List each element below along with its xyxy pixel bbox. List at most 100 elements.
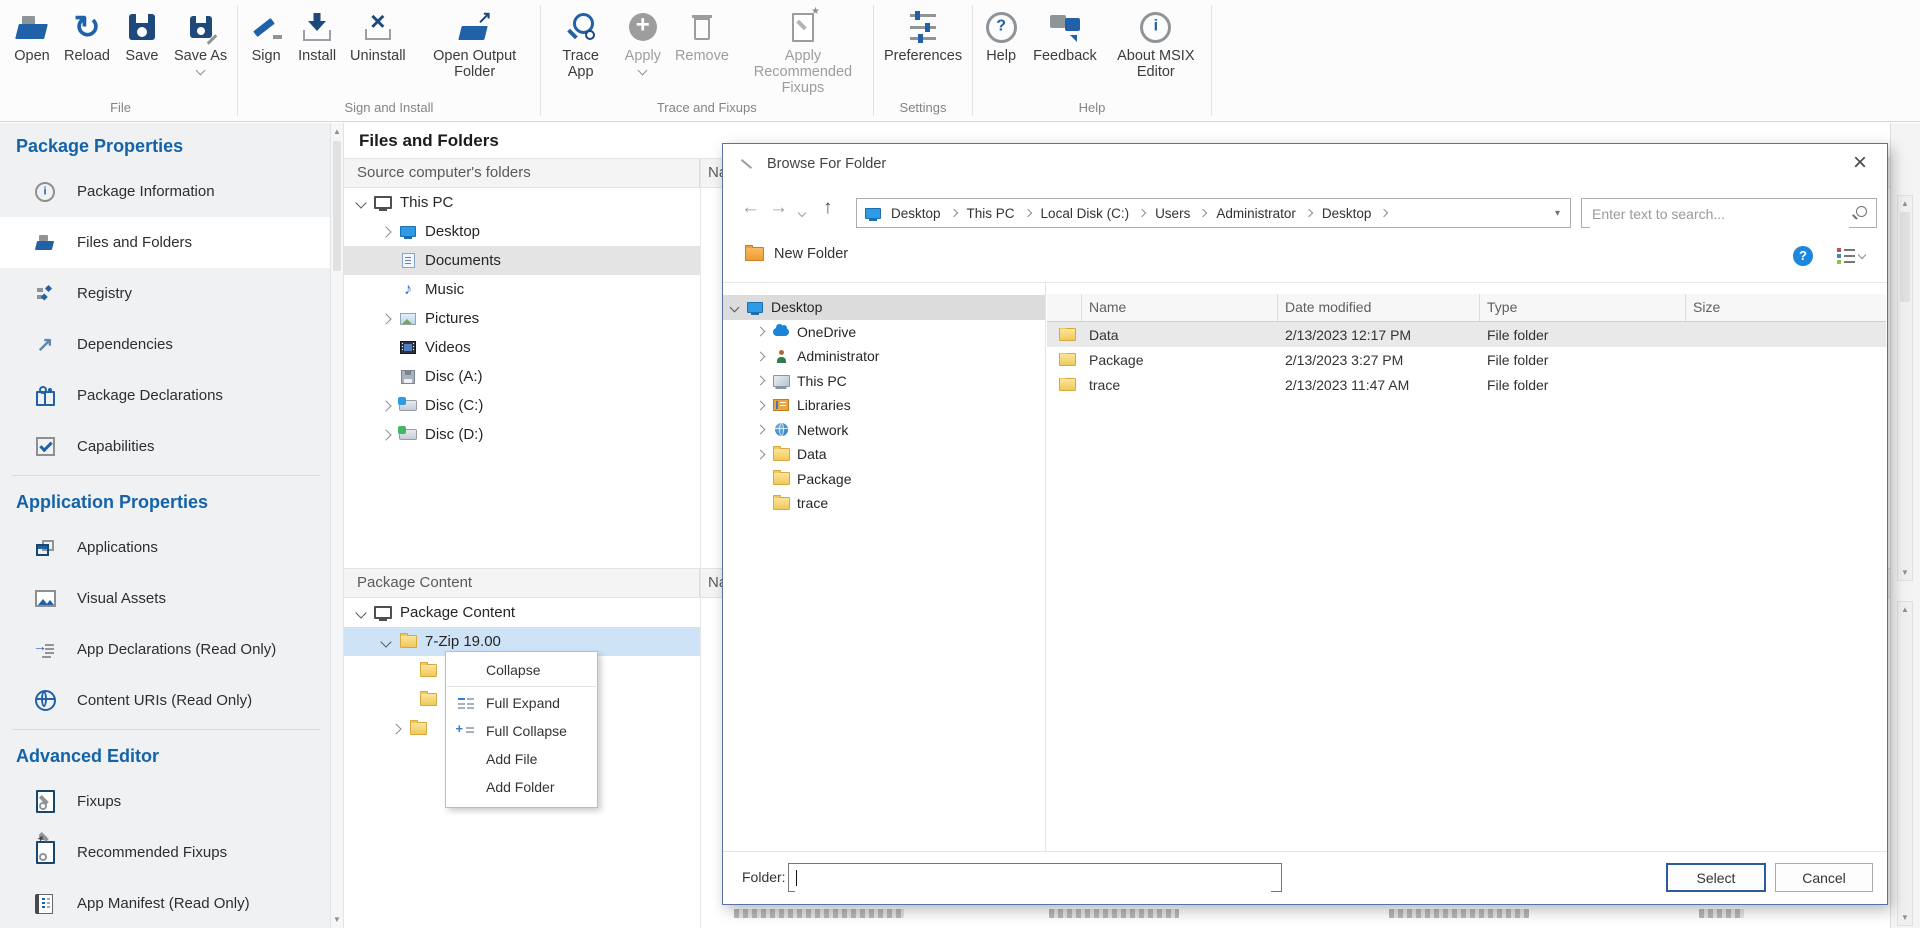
breadcrumb-users[interactable]: Users <box>1155 206 1190 221</box>
sidebar-item-content-uris[interactable]: Content URIs (Read Only) <box>0 675 330 726</box>
breadcrumb-desktop[interactable]: Desktop <box>891 206 941 221</box>
chevron-collapsed-icon[interactable] <box>380 400 391 411</box>
menu-item-add-folder[interactable]: Add Folder <box>446 773 597 801</box>
search-icon[interactable] <box>1856 206 1867 217</box>
breadcrumb-arrow-icon[interactable] <box>949 209 957 217</box>
sidebar-item-fixups[interactable]: Fixups <box>0 776 330 827</box>
history-dropdown-icon[interactable] <box>798 209 806 217</box>
breadcrumb-arrow-icon[interactable] <box>1305 209 1313 217</box>
address-dropdown-icon[interactable]: ▾ <box>1555 208 1570 219</box>
apply-recommended-fixups-button[interactable]: Apply Recommended Fixups <box>736 5 870 97</box>
chevron-collapsed-icon[interactable] <box>380 429 391 440</box>
preferences-button[interactable]: Preferences <box>877 5 969 65</box>
details-view-icon[interactable] <box>1837 248 1841 252</box>
help-button[interactable]: Help <box>976 5 1026 65</box>
sidebar-item-recommended-fixups[interactable]: Recommended Fixups <box>0 827 330 878</box>
up-arrow-icon[interactable]: ↑ <box>823 197 833 219</box>
dialog-tree-item-network[interactable]: Network <box>723 418 1045 443</box>
scrollbar-thumb[interactable] <box>1900 212 1910 302</box>
chevron-expanded-icon[interactable] <box>355 197 366 208</box>
cancel-button[interactable]: Cancel <box>1775 863 1873 892</box>
sidebar-item-registry[interactable]: Registry <box>0 268 330 319</box>
chevron-collapsed-icon[interactable] <box>756 327 766 337</box>
dialog-tree-item-desktop[interactable]: Desktop <box>723 295 1045 320</box>
scroll-up-icon[interactable]: ▲ <box>1898 199 1912 208</box>
sidebar-item-visual-assets[interactable]: Visual Assets <box>0 573 330 624</box>
tree-item-disc-d[interactable]: Disc (D:) <box>344 420 700 449</box>
column-header-size[interactable]: Size <box>1686 294 1886 321</box>
reload-button[interactable]: Reload <box>57 5 117 65</box>
breadcrumb-administrator[interactable]: Administrator <box>1216 206 1296 221</box>
about-msix-editor-button[interactable]: About MSIX Editor <box>1104 5 1208 81</box>
folder-input[interactable] <box>795 865 1271 892</box>
breadcrumb-arrow-icon[interactable] <box>1023 209 1031 217</box>
chevron-expanded-icon[interactable] <box>380 636 391 647</box>
dialog-tree-item-data[interactable]: Data <box>723 442 1045 467</box>
view-dropdown-icon[interactable] <box>1858 251 1866 259</box>
chevron-expanded-icon[interactable] <box>730 302 740 312</box>
sidebar-item-package-information[interactable]: Package Information <box>0 166 330 217</box>
file-row-trace[interactable]: trace 2/13/2023 11:47 AM File folder <box>1047 372 1886 397</box>
scroll-up-icon[interactable]: ▲ <box>331 127 343 136</box>
breadcrumb-arrow-icon[interactable] <box>1380 209 1388 217</box>
chevron-collapsed-icon[interactable] <box>756 449 766 459</box>
breadcrumb-desktop-2[interactable]: Desktop <box>1322 206 1372 221</box>
open-button[interactable]: Open <box>7 5 57 65</box>
address-bar[interactable]: Desktop This PC Local Disk (C:) Users Ad… <box>856 198 1571 228</box>
new-folder-button[interactable]: New Folder <box>745 246 848 262</box>
dialog-tree-item-administrator[interactable]: Administrator <box>723 344 1045 369</box>
sidebar-scrollbar[interactable]: ▲ ▼ <box>330 123 344 928</box>
scroll-up-icon[interactable]: ▲ <box>1898 605 1912 614</box>
dialog-tree-item-onedrive[interactable]: OneDrive <box>723 320 1045 345</box>
dialog-tree-item-this-pc[interactable]: This PC <box>723 369 1045 394</box>
menu-item-full-collapse[interactable]: Full Collapse <box>446 717 597 745</box>
menu-item-add-file[interactable]: Add File <box>446 745 597 773</box>
chevron-collapsed-icon[interactable] <box>756 425 766 435</box>
close-icon[interactable] <box>1847 150 1873 176</box>
tree-item-music[interactable]: Music <box>344 275 700 304</box>
tree-item-disc-a[interactable]: Disc (A:) <box>344 362 700 391</box>
menu-item-collapse[interactable]: Collapse <box>446 656 597 684</box>
scroll-down-icon[interactable]: ▼ <box>331 915 343 924</box>
feedback-button[interactable]: Feedback <box>1026 5 1104 65</box>
apply-button[interactable]: Apply <box>618 5 668 75</box>
scroll-down-icon[interactable]: ▼ <box>1898 568 1912 577</box>
file-row-package[interactable]: Package 2/13/2023 3:27 PM File folder <box>1047 347 1886 372</box>
menu-item-full-expand[interactable]: Full Expand <box>446 689 597 717</box>
dialog-tree-item-libraries[interactable]: Libraries <box>723 393 1045 418</box>
help-icon[interactable] <box>1793 246 1813 266</box>
icon-column-header[interactable] <box>1047 294 1082 321</box>
tree-item-package-content[interactable]: Package Content <box>344 598 700 627</box>
open-output-folder-button[interactable]: Open Output Folder <box>413 5 537 81</box>
back-arrow-icon[interactable]: ← <box>741 197 760 219</box>
window-right-scrollbar[interactable]: ▲ ▼ ▲ ▼ <box>1890 123 1920 928</box>
column-header-date-modified[interactable]: Date modified <box>1278 294 1480 321</box>
chevron-collapsed-icon[interactable] <box>756 376 766 386</box>
select-button[interactable]: Select <box>1666 863 1766 892</box>
tree-item-this-pc[interactable]: This PC <box>344 188 700 217</box>
tree-item-videos[interactable]: Videos <box>344 333 700 362</box>
scrollbar-thumb[interactable] <box>333 141 341 271</box>
chevron-collapsed-icon[interactable] <box>756 351 766 361</box>
sidebar-item-files-and-folders[interactable]: Files and Folders <box>0 217 330 268</box>
file-row-data[interactable]: Data 2/13/2023 12:17 PM File folder <box>1047 322 1886 347</box>
breadcrumb-arrow-icon[interactable] <box>1199 209 1207 217</box>
chevron-down-icon[interactable] <box>196 66 206 76</box>
dialog-tree-item-trace[interactable]: trace <box>723 491 1045 516</box>
scroll-down-icon[interactable]: ▼ <box>1898 913 1912 922</box>
uninstall-button[interactable]: Uninstall <box>343 5 413 65</box>
sidebar-item-applications[interactable]: Applications <box>0 522 330 573</box>
chevron-expanded-icon[interactable] <box>355 607 366 618</box>
chevron-down-icon[interactable] <box>638 66 648 76</box>
remove-button[interactable]: Remove <box>668 5 736 65</box>
column-header-type[interactable]: Type <box>1480 294 1686 321</box>
sidebar-item-app-manifest[interactable]: App Manifest (Read Only) <box>0 878 330 928</box>
sidebar-item-dependencies[interactable]: Dependencies <box>0 319 330 370</box>
sidebar-item-app-declarations[interactable]: App Declarations (Read Only) <box>0 624 330 675</box>
sidebar-item-capabilities[interactable]: Capabilities <box>0 421 330 472</box>
install-button[interactable]: Install <box>291 5 343 65</box>
column-header-name[interactable]: Name <box>1082 294 1278 321</box>
chevron-collapsed-icon[interactable] <box>390 723 401 734</box>
dialog-tree-item-package[interactable]: Package <box>723 467 1045 492</box>
tree-item-desktop[interactable]: Desktop <box>344 217 700 246</box>
